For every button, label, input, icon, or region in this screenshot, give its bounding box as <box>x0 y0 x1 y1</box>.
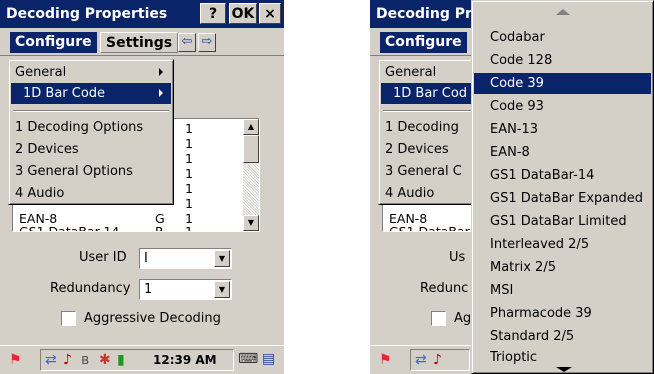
chevron-down-icon[interactable]: ▼ <box>214 250 230 267</box>
menu-item-codabar[interactable]: Codabar <box>474 27 651 48</box>
configure-menu: General 1D Bar Code 1 Decoding Options 2… <box>8 59 174 205</box>
menu-item-gs1-databar-limited[interactable]: GS1 DataBar Limited <box>474 211 651 232</box>
system-tray: ⇄ ♪ ʙ ✱ ▮ 12:39 AM <box>40 349 234 371</box>
user-id-label: Us <box>449 250 466 265</box>
redundancy-combo[interactable]: 1 ▼ <box>139 279 232 300</box>
user-id-label: User ID <box>79 250 127 265</box>
screen-right: Decoding Pr Configure EAN-8 GS1 DataBar-… <box>370 0 654 374</box>
ok-button[interactable]: OK <box>229 3 257 24</box>
user-id-combo[interactable]: I ▼ <box>139 248 232 269</box>
menu-item-gs1-databar-14[interactable]: GS1 DataBar-14 <box>474 165 651 186</box>
taskbar: ⚑ ⇄ ♪ ʙ ✱ ▮ 12:39 AM ⌨ ▤ <box>0 345 284 374</box>
help-button[interactable]: ? <box>200 3 226 24</box>
volume-icon[interactable]: ♪ <box>63 352 72 368</box>
network-icon[interactable]: ⇄ <box>45 352 57 368</box>
list-scrollbar[interactable]: ▲ ▼ <box>243 119 259 231</box>
menu-item-interleaved-2-5[interactable]: Interleaved 2/5 <box>474 234 651 255</box>
menu-item-gs1-databar-expanded[interactable]: GS1 DataBar Expanded <box>474 188 651 209</box>
menu-item-pharmacode-39[interactable]: Pharmacode 39 <box>474 303 651 324</box>
menu-item-devices[interactable]: 2 Devices <box>11 139 171 160</box>
menu-item-trioptic[interactable]: Trioptic <box>474 347 651 368</box>
close-button[interactable]: × <box>259 3 281 24</box>
menu-item-audio[interactable]: 4 Audio <box>11 183 171 204</box>
keyboard-icon[interactable]: ⌨ <box>238 351 258 367</box>
menu-item-1d-bar-code[interactable]: 1D Bar Code <box>11 83 171 104</box>
menu-item-code-39[interactable]: Code 39 <box>474 73 651 94</box>
menu-item-standard-2-5[interactable]: Standard 2/5 <box>474 326 651 347</box>
system-tray: ⇄ ♪ <box>410 349 470 371</box>
menu-item-ean-13[interactable]: EAN-13 <box>474 119 651 140</box>
back-arrow-icon[interactable]: ⇦ <box>178 33 196 52</box>
clock[interactable]: 12:39 AM <box>153 353 217 367</box>
network-icon[interactable]: ⇄ <box>415 352 427 368</box>
redundancy-label: Redunc <box>420 281 469 296</box>
menu-configure[interactable]: Configure <box>380 32 467 53</box>
scanner-icon[interactable]: ✱ <box>99 352 111 368</box>
redundancy-label: Redundancy <box>50 281 131 296</box>
menu-item-general-options[interactable]: 3 General Options <box>11 161 171 182</box>
scroll-thumb[interactable] <box>243 135 259 163</box>
menu-item-ean-8[interactable]: EAN-8 <box>474 142 651 163</box>
screen-left: Decoding Properties ? OK × Configure Set… <box>0 0 284 374</box>
menu-separator <box>13 110 169 112</box>
menu-bar: Configure Settings ⇦ ⇨ <box>0 28 284 56</box>
scroll-down-icon[interactable]: ▼ <box>243 215 259 231</box>
windows-flag-icon[interactable]: ⚑ <box>9 352 22 368</box>
menu-item-msi[interactable]: MSI <box>474 280 651 301</box>
tab-settings[interactable]: Settings <box>100 32 179 53</box>
window-title: Decoding Pr <box>376 6 472 22</box>
battery-icon[interactable]: ▮ <box>117 352 125 368</box>
chevron-down-icon[interactable]: ▼ <box>214 281 230 298</box>
aggressive-decoding-label: Ag <box>454 311 472 326</box>
aggressive-decoding-checkbox[interactable] <box>61 311 76 326</box>
menu-item-general[interactable]: General <box>11 62 171 83</box>
submenu-arrow-icon <box>159 68 163 76</box>
menu-item-code-93[interactable]: Code 93 <box>474 96 651 117</box>
menu-item-code-128[interactable]: Code 128 <box>474 50 651 71</box>
barcode-submenu: Codabar Code 128 Code 39 Code 93 EAN-13 … <box>471 0 654 374</box>
scroll-up-icon[interactable]: ▲ <box>243 119 259 135</box>
volume-icon[interactable]: ♪ <box>433 352 442 368</box>
menu-item-decoding-options[interactable]: 1 Decoding Options <box>11 117 171 138</box>
window-title: Decoding Properties <box>6 6 168 22</box>
aggressive-decoding-checkbox[interactable] <box>431 311 446 326</box>
bluetooth-icon[interactable]: ʙ <box>81 352 89 368</box>
menu-configure[interactable]: Configure <box>10 32 97 53</box>
title-bar: Decoding Properties ? OK × <box>0 0 284 28</box>
scroll-up-icon[interactable] <box>556 9 570 15</box>
windows-flag-icon[interactable]: ⚑ <box>379 352 392 368</box>
forward-arrow-icon[interactable]: ⇨ <box>198 33 216 52</box>
scroll-down-icon[interactable] <box>556 367 572 372</box>
submenu-arrow-icon <box>159 89 163 97</box>
aggressive-decoding-label: Aggressive Decoding <box>84 311 221 326</box>
menu-item-matrix-2-5[interactable]: Matrix 2/5 <box>474 257 651 278</box>
desktop-icon[interactable]: ▤ <box>262 351 275 367</box>
